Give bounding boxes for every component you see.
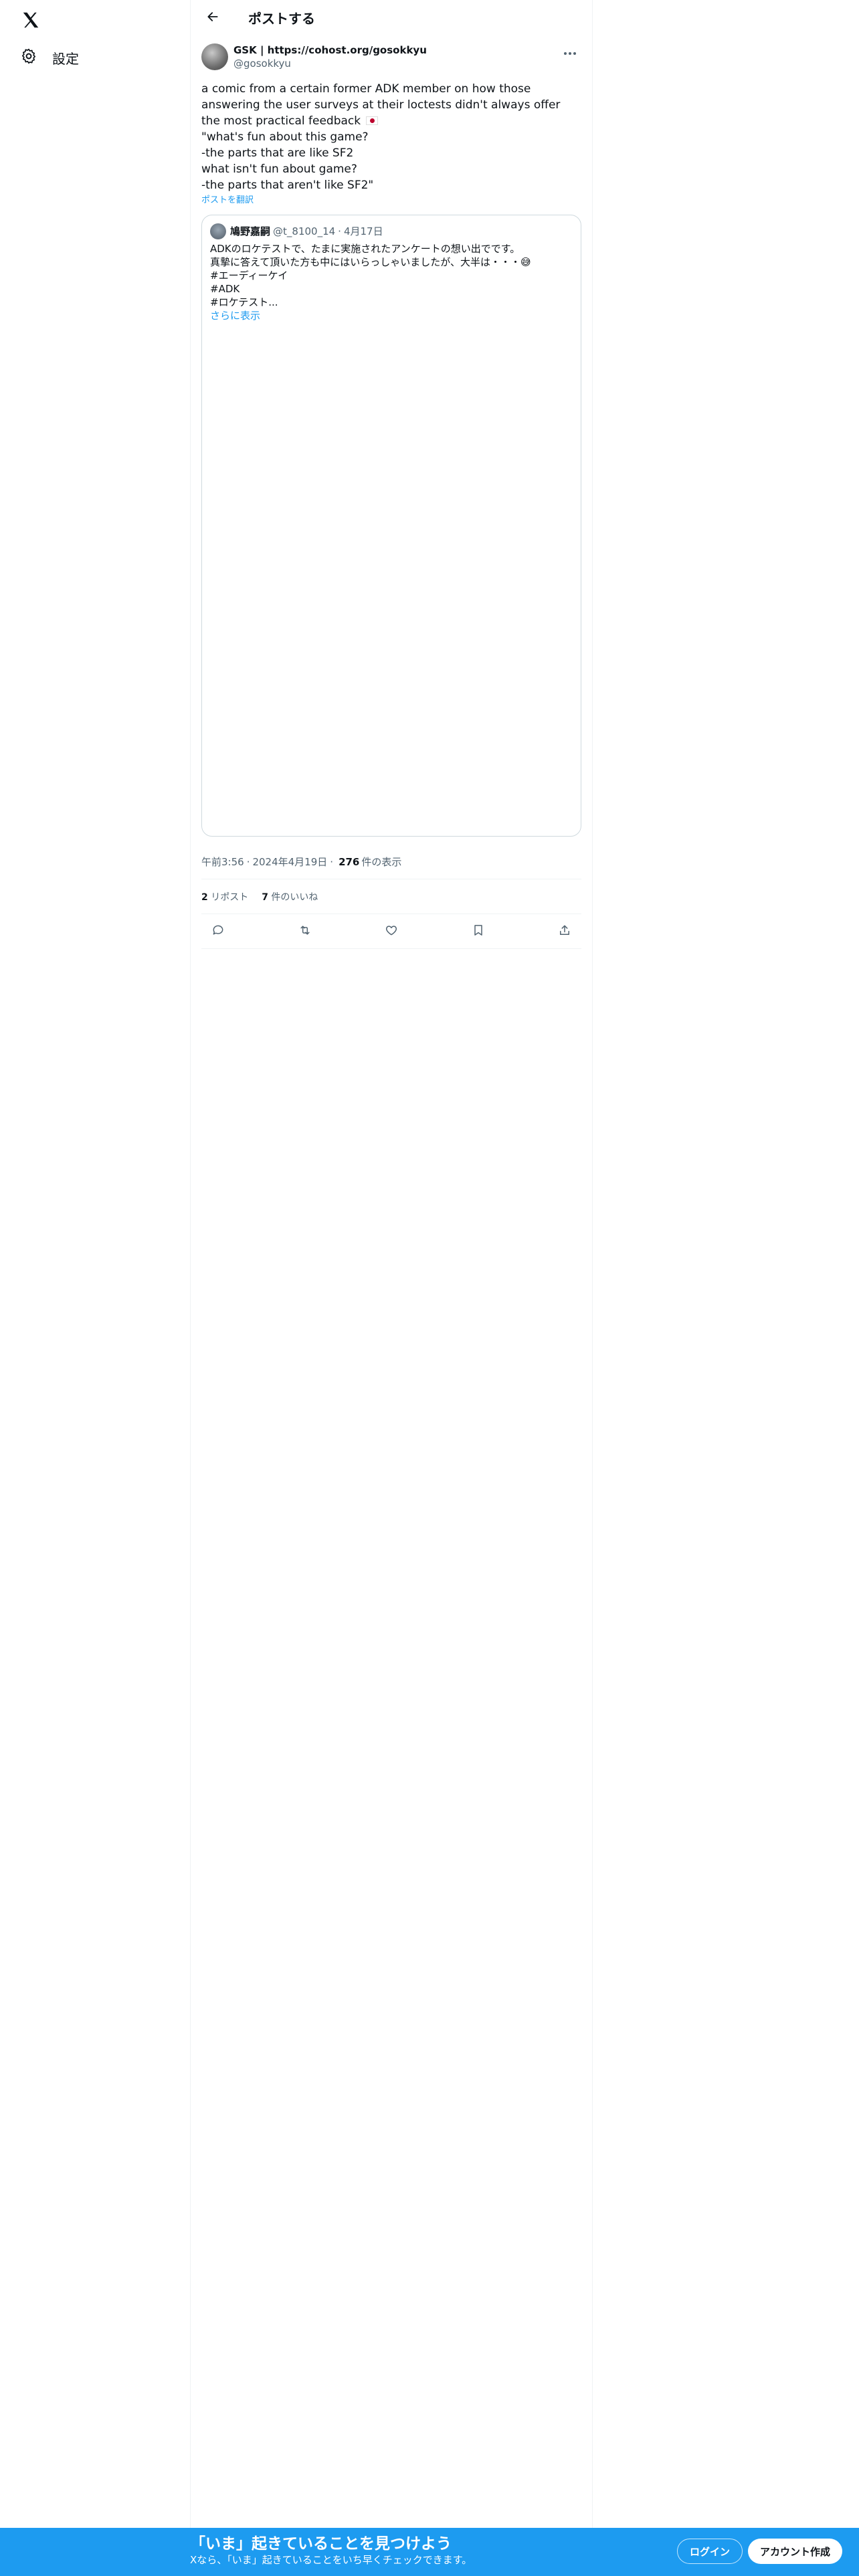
show-more-link[interactable]: さらに表示 xyxy=(210,309,573,322)
gear-icon xyxy=(20,47,37,68)
repost-icon xyxy=(298,924,312,940)
more-options-button[interactable] xyxy=(559,43,581,60)
page-header: ポストする xyxy=(191,0,592,35)
heart-icon xyxy=(385,924,398,940)
sidebar-item-label: 設定 xyxy=(52,50,79,67)
quoted-text: ADKのロケテストで、たまに実施されたアンケートの想い出でです。 真摯に答えて頂… xyxy=(210,243,531,308)
likes-count: 7 xyxy=(262,891,268,903)
main-column: ポストする GSK | https://cohost.org/gosokkyu … xyxy=(190,0,593,2528)
avatar[interactable] xyxy=(201,43,228,70)
left-navigation: 設定 xyxy=(0,0,190,2576)
post-meta: 午前3:56 · 2024年4月19日 · 276 件の表示 xyxy=(201,845,581,879)
banner-text: 「いま」起きていることを見つけよう Xなら、「いま」起きていることをいち早くチェ… xyxy=(190,2535,472,2567)
sidebar-item-settings[interactable]: 設定 xyxy=(15,44,84,71)
post-text-rest: "what's fun about this game? -the parts … xyxy=(201,130,374,192)
like-button[interactable] xyxy=(380,920,403,943)
post: GSK | https://cohost.org/gosokkyu @gosok… xyxy=(191,35,592,949)
share-icon xyxy=(558,924,571,940)
back-button[interactable] xyxy=(201,7,224,29)
reposts-label: リポスト xyxy=(211,891,249,903)
post-time[interactable]: 午前3:56 xyxy=(201,855,244,869)
bookmark-button[interactable] xyxy=(467,920,490,943)
quoted-handle: @t_8100_14 xyxy=(273,225,336,237)
reply-icon xyxy=(211,924,225,940)
post-text-main: a comic from a certain former ADK member… xyxy=(201,82,561,128)
quoted-post-header: 鳩野嘉嗣 @t_8100_14 · 4月17日 xyxy=(210,223,573,239)
quoted-display-name: 鳩野嘉嗣 xyxy=(230,225,271,237)
signup-banner: 「いま」起きていることを見つけよう Xなら、「いま」起きていることをいち早くチェ… xyxy=(0,2528,859,2576)
post-stats: 2 リポスト 7 件のいいね xyxy=(201,879,581,914)
avatar xyxy=(210,223,226,239)
likes-stat[interactable]: 7 件のいいね xyxy=(262,890,318,903)
post-author: GSK | https://cohost.org/gosokkyu @gosok… xyxy=(201,43,581,76)
post-date[interactable]: 2024年4月19日 xyxy=(252,855,327,869)
quoted-post[interactable]: 鳩野嘉嗣 @t_8100_14 · 4月17日 ADKのロケテストで、たまに実施… xyxy=(201,215,581,837)
author-names: GSK | https://cohost.org/gosokkyu @gosok… xyxy=(233,43,559,70)
separator: · xyxy=(246,855,250,868)
japan-flag-icon xyxy=(365,116,378,125)
repost-button[interactable] xyxy=(294,920,316,943)
reposts-stat[interactable]: 2 リポスト xyxy=(201,890,248,903)
separator: · xyxy=(330,855,334,868)
arrow-left-icon xyxy=(206,10,219,26)
user-handle[interactable]: @gosokkyu xyxy=(233,57,559,70)
page-title: ポストする xyxy=(248,11,315,27)
separator: · xyxy=(338,225,341,237)
signup-button[interactable]: アカウント作成 xyxy=(748,2539,843,2564)
login-button[interactable]: ログイン xyxy=(677,2539,743,2564)
reposts-count: 2 xyxy=(201,891,208,903)
x-logo-icon[interactable] xyxy=(17,7,44,33)
share-button[interactable] xyxy=(553,920,576,943)
reply-button[interactable] xyxy=(207,920,229,943)
action-bar xyxy=(201,914,581,949)
bookmark-icon xyxy=(472,924,485,940)
post-text: a comic from a certain former ADK member… xyxy=(201,81,581,193)
translate-post-link[interactable]: ポストを翻訳 xyxy=(201,195,581,207)
likes-label: 件のいいね xyxy=(271,891,318,903)
quoted-date: 4月17日 xyxy=(343,225,383,237)
display-name[interactable]: GSK | https://cohost.org/gosokkyu xyxy=(233,43,559,57)
more-icon xyxy=(563,45,577,58)
views-label: 件の表示 xyxy=(361,856,402,868)
views-count: 276 xyxy=(339,855,360,868)
banner-title: 「いま」起きていることを見つけよう xyxy=(190,2535,452,2553)
banner-subtitle: Xなら、「いま」起きていることをいち早くチェックできます。 xyxy=(190,2554,472,2566)
